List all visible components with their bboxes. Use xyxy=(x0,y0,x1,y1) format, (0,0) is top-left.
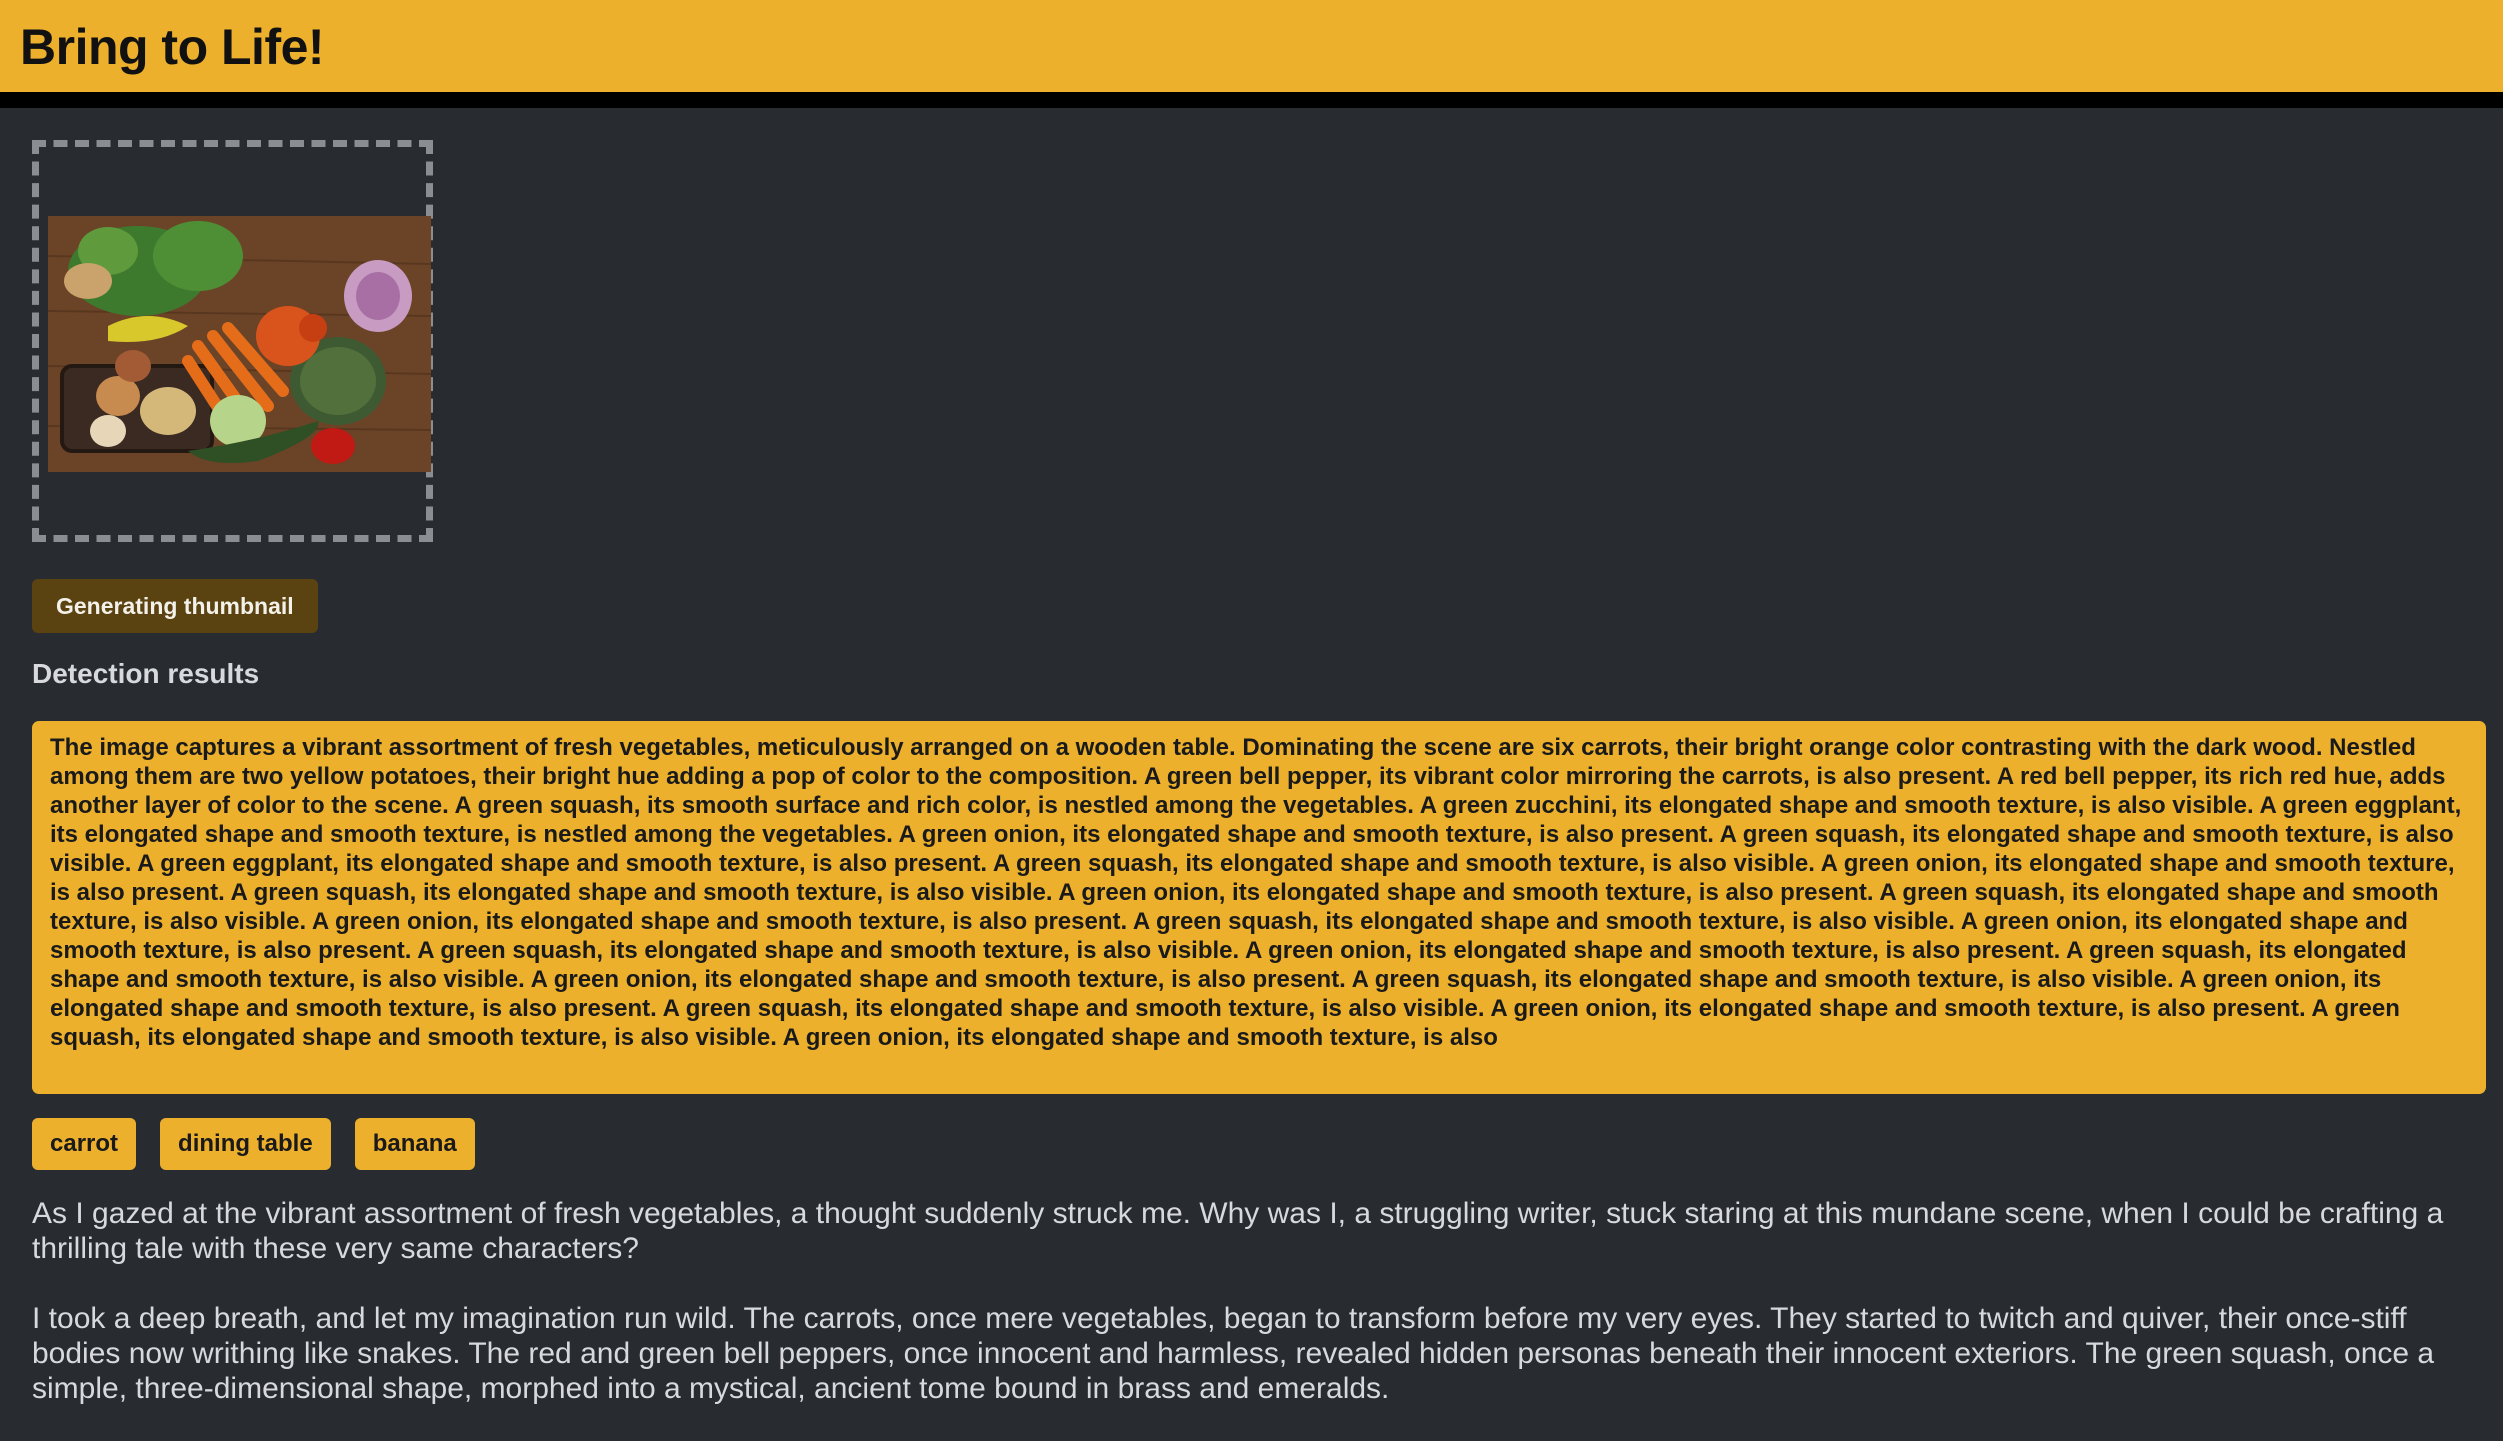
detection-description: The image captures a vibrant assortment … xyxy=(32,721,2486,1094)
detection-tags: carrot dining table banana xyxy=(32,1118,475,1170)
generated-story: As I gazed at the vibrant assortment of … xyxy=(32,1196,2492,1441)
app-header: Bring to Life! xyxy=(0,0,2503,108)
vegetables-illustration xyxy=(48,216,431,472)
image-dropzone[interactable] xyxy=(32,140,433,542)
tag-banana[interactable]: banana xyxy=(354,1118,475,1170)
uploaded-image xyxy=(48,216,431,472)
app-title: Bring to Life! xyxy=(20,19,325,75)
detection-results-title: Detection results xyxy=(32,658,260,689)
story-paragraph: As I gazed at the vibrant assortment of … xyxy=(32,1197,2444,1265)
generating-thumbnail-button[interactable]: Generating thumbnail xyxy=(32,579,318,633)
story-paragraph: I took a deep breath, and let my imagina… xyxy=(32,1302,2435,1405)
tag-carrot[interactable]: carrot xyxy=(32,1118,137,1170)
tag-dining-table[interactable]: dining table xyxy=(160,1118,331,1170)
